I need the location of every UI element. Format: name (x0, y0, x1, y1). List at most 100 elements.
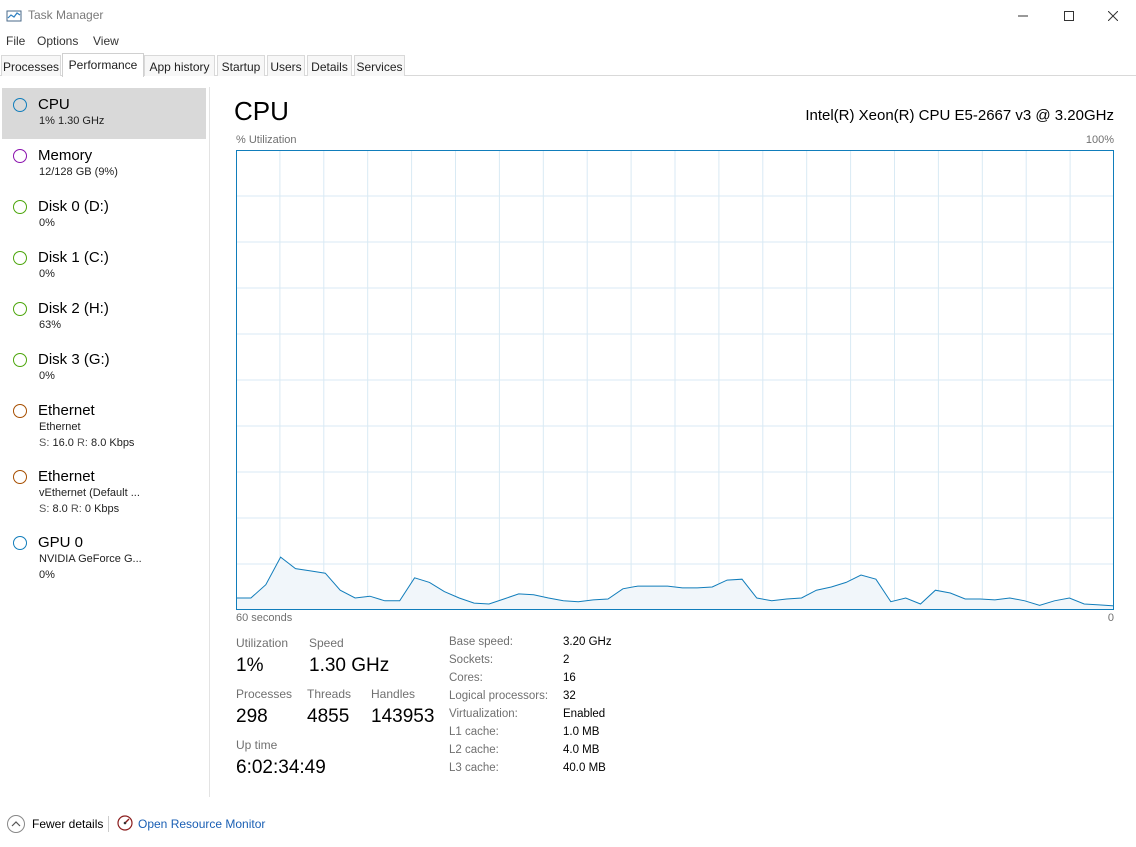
memory-indicator-icon (13, 149, 27, 163)
info-label: Virtualization: (449, 708, 518, 720)
sidebar-item-title: Memory (38, 147, 93, 164)
tab-performance[interactable]: Performance (62, 53, 144, 77)
sidebar-item-detail: 0% (39, 268, 55, 280)
sidebar: CPU 1% 1.30 GHz Memory 12/128 GB (9%) Di… (0, 87, 210, 797)
sidebar-item-cpu[interactable]: CPU 1% 1.30 GHz (2, 88, 206, 139)
uptime-label: Up time (236, 738, 278, 752)
sidebar-item-gpu-0[interactable]: GPU 0 NVIDIA GeForce G... 0% (2, 526, 206, 592)
sidebar-item-title: Ethernet (38, 468, 95, 485)
sidebar-item-title: CPU (38, 96, 70, 113)
sidebar-item-title: GPU 0 (38, 534, 84, 551)
tab-app-history[interactable]: App history (144, 55, 215, 76)
sidebar-item-title: Disk 0 (D:) (38, 198, 109, 215)
minimize-button[interactable] (1000, 0, 1046, 31)
tab-details[interactable]: Details (307, 55, 352, 76)
cpu-model-name: Intel(R) Xeon(R) CPU E5-2667 v3 @ 3.20GH… (805, 107, 1114, 124)
sidebar-item-usage: 0% (39, 569, 55, 581)
disk-indicator-icon (13, 200, 27, 214)
sidebar-item-disk-2[interactable]: Disk 2 (H:) 63% (2, 292, 206, 343)
sidebar-item-title: Disk 3 (G:) (38, 351, 110, 368)
close-button[interactable] (1090, 0, 1136, 31)
sidebar-item-detail: 1% 1.30 GHz (39, 115, 105, 127)
sidebar-item-detail: vEthernet (Default ... (39, 487, 140, 499)
sidebar-item-detail: NVIDIA GeForce G... (39, 553, 142, 565)
window-title: Task Manager (28, 8, 104, 22)
menu-view[interactable]: View (93, 34, 119, 48)
sidebar-item-memory[interactable]: Memory 12/128 GB (9%) (2, 139, 206, 190)
handles-label: Handles (371, 687, 416, 701)
graph-x-label: 60 seconds (236, 612, 293, 624)
info-value: 3.20 GHz (563, 636, 612, 648)
minimize-icon (1018, 15, 1028, 16)
processes-value: 298 (236, 706, 268, 727)
info-value: 4.0 MB (563, 744, 600, 756)
sidebar-item-disk-1[interactable]: Disk 1 (C:) 0% (2, 241, 206, 292)
open-resource-monitor-label: Open Resource Monitor (138, 817, 266, 831)
speed-label: Speed (309, 636, 344, 650)
menu-bar: File Options View (0, 31, 1136, 51)
handles-value: 143953 (371, 706, 435, 727)
ethernet-indicator-icon (13, 404, 27, 418)
disk-indicator-icon (13, 302, 27, 316)
threads-value: 4855 (307, 706, 350, 727)
task-manager-icon (6, 10, 22, 22)
graph-grid (236, 150, 1114, 610)
info-value: 16 (563, 672, 576, 684)
menu-options[interactable]: Options (37, 34, 78, 48)
ethernet-indicator-icon (13, 470, 27, 484)
utilization-value: 1% (236, 655, 264, 676)
info-label: Cores: (449, 672, 483, 684)
maximize-icon (1064, 10, 1074, 21)
info-label: Base speed: (449, 636, 513, 648)
utilization-label: Utilization (236, 636, 289, 650)
sidebar-item-detail: 12/128 GB (9%) (39, 166, 118, 178)
tab-bar: Processes Performance App history Startu… (0, 53, 1136, 77)
info-value: 2 (563, 654, 570, 666)
chevron-up-icon (7, 815, 25, 833)
info-value: 1.0 MB (563, 726, 600, 738)
sidebar-item-ethernet-1[interactable]: Ethernet Ethernet S: 16.0 R: 8.0 Kbps (2, 394, 206, 460)
info-label: Sockets: (449, 654, 494, 666)
sidebar-item-throughput: S: 16.0 R: 8.0 Kbps (39, 437, 135, 449)
sidebar-item-detail: Ethernet (39, 421, 81, 433)
speed-value: 1.30 GHz (309, 655, 390, 676)
info-value: Enabled (563, 708, 606, 720)
graph-x-min-label: 0 (1107, 612, 1114, 624)
cpu-utilization-graph (236, 150, 1114, 610)
info-label: L2 cache: (449, 744, 499, 756)
sidebar-item-throughput: S: 8.0 R: 0 Kbps (39, 503, 120, 515)
tab-users[interactable]: Users (267, 55, 305, 76)
sidebar-item-disk-3[interactable]: Disk 3 (G:) 0% (2, 343, 206, 394)
menu-file[interactable]: File (6, 34, 25, 48)
footer-divider (108, 816, 109, 832)
gpu-indicator-icon (13, 536, 27, 550)
close-icon (1108, 10, 1118, 21)
sidebar-item-title: Disk 1 (C:) (38, 249, 109, 266)
tab-processes[interactable]: Processes (1, 55, 61, 76)
sidebar-item-detail: 0% (39, 217, 55, 229)
sidebar-item-detail: 63% (39, 319, 62, 331)
resource-monitor-icon (117, 815, 133, 831)
sidebar-item-title: Disk 2 (H:) (38, 300, 109, 317)
sidebar-item-ethernet-2[interactable]: Ethernet vEthernet (Default ... S: 8.0 R… (2, 460, 206, 526)
page-title: CPU (234, 96, 289, 126)
fewer-details-label: Fewer details (32, 817, 104, 831)
processes-label: Processes (236, 687, 293, 701)
info-label: Logical processors: (449, 690, 549, 702)
info-value: 32 (563, 690, 576, 702)
title-bar: Task Manager (0, 0, 1136, 31)
maximize-button[interactable] (1046, 0, 1092, 31)
disk-indicator-icon (13, 353, 27, 367)
graph-y-label: % Utilization (236, 134, 297, 146)
disk-indicator-icon (13, 251, 27, 265)
uptime-value: 6:02:34:49 (236, 757, 326, 778)
cpu-indicator-icon (13, 98, 27, 112)
sidebar-item-title: Ethernet (38, 402, 95, 419)
footer: Fewer details Open Resource Monitor (0, 806, 1136, 842)
info-label: L1 cache: (449, 726, 499, 738)
threads-label: Threads (307, 687, 352, 701)
sidebar-item-detail: 0% (39, 370, 55, 382)
tab-startup[interactable]: Startup (217, 55, 265, 76)
sidebar-item-disk-0[interactable]: Disk 0 (D:) 0% (2, 190, 206, 241)
tab-services[interactable]: Services (354, 55, 405, 76)
